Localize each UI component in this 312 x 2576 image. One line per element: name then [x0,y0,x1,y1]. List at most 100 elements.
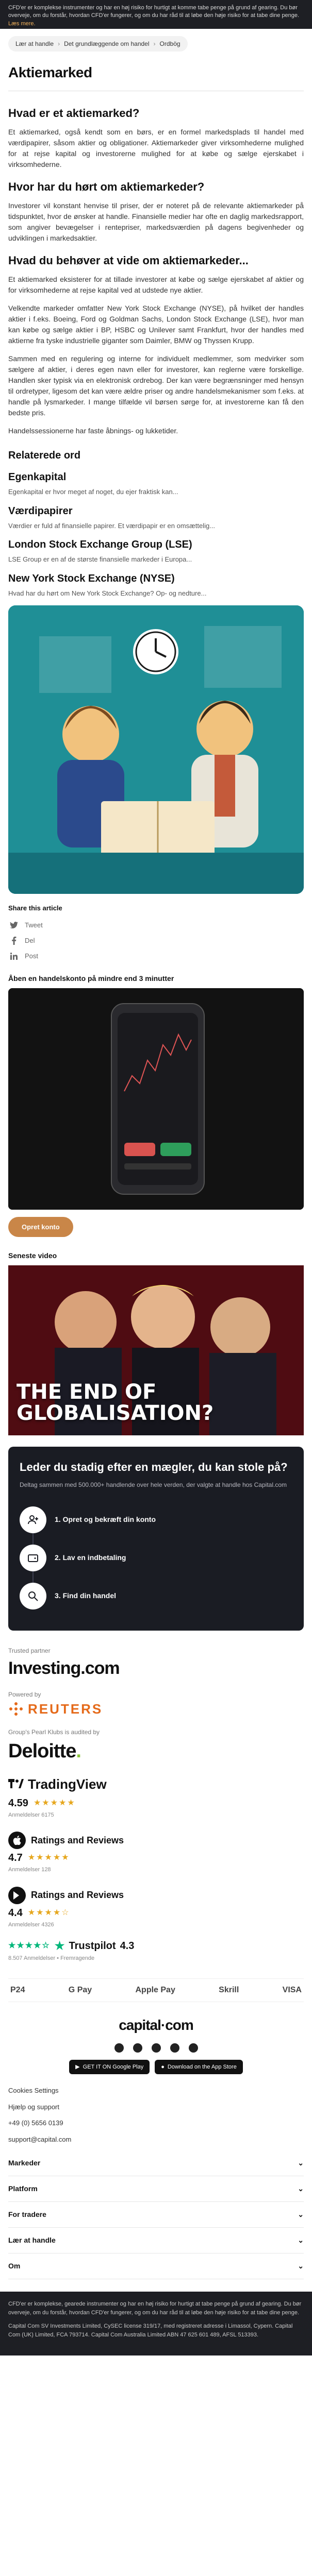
footer-logo[interactable]: capital·com [8,2014,304,2036]
trustpilot-stars-icon: ★★★★☆ [8,1941,51,1950]
page-title: Aktiemarked [8,64,92,80]
app-store-badges: ▶ GET IT ON Google Play ● Download on th… [8,2059,304,2075]
footer-nav-item[interactable]: Markeder ⌄ [8,2150,304,2177]
reuters-wordmark: REUTERS [28,1701,103,1717]
related-item[interactable]: Egenkapital Egenkapital er hvor meget af… [8,469,304,497]
footer-nav-item[interactable]: Platform ⌄ [8,2176,304,2202]
google-play-rating: 4.4 [8,1907,23,1919]
google-play-ratings: Ratings and Reviews [8,1886,304,1904]
footer-nav-label: Om [8,2262,21,2270]
app-store-badge-label: Download on the App Store [167,2063,237,2070]
regulatory-text: Capital Com SV Investments Limited, CySE… [8,2323,293,2338]
section-paragraph: Velkendte markeder omfatter New York Sto… [8,304,304,345]
step-item[interactable]: 1. Opret og bekræft din konto [20,1501,292,1539]
section-paragraph: Et aktiemarked eksisterer for at tillade… [8,275,304,294]
share-twitter-button[interactable]: Tweet [8,918,304,933]
chevron-right-icon: › [153,40,156,47]
chevron-down-icon: ⌄ [298,2262,304,2270]
step-label: 2. Lav en indbetaling [55,1553,126,1562]
chevron-down-icon: ⌄ [298,2210,304,2219]
tradingview-icon [8,1776,24,1793]
step-label: 3. Find din handel [55,1591,116,1600]
related-item-title: New York Stock Exchange (NYSE) [8,572,175,584]
share-linkedin-button[interactable]: Post [8,948,304,964]
p24-logo: P24 [10,1985,25,1994]
related-item-title: London Stock Exchange Group (LSE) [8,539,192,550]
powered-by-label: Powered by [8,1690,41,1698]
section-heading: Hvad du behøver at vide om aktiemarkeder… [8,254,249,267]
app-store-rating: 4.7 [8,1852,23,1864]
related-item[interactable]: Værdipapirer Værdier er fuld af finansie… [8,503,304,531]
reuters-dots-icon [9,1702,23,1716]
footer-nav-item[interactable]: Om ⌄ [8,2253,304,2280]
broker-cta-title: Leder du stadig efter en mægler, du kan … [20,1461,288,1473]
video-caption-line: THE END OF [17,1380,157,1404]
tradingview-rating: 4.59 [8,1797,28,1809]
linkedin-icon [8,951,20,962]
apple-icon [8,1832,26,1850]
share-linkedin-label: Post [25,952,39,960]
risk-warning-text: CFD'er er komplekse instrumenter og har … [8,5,300,19]
app-promo-image [8,988,304,1210]
open-account-button[interactable]: Opret konto [8,1216,73,1237]
footer-nav-item[interactable]: Lær at handle ⌄ [8,2228,304,2254]
app-store-reviews-count: Anmeldelser 128 [8,1867,51,1873]
google-pay-logo: G Pay [68,1985,92,1994]
related-item[interactable]: London Stock Exchange Group (LSE) LSE Gr… [8,537,304,565]
trustpilot-rating: 4.3 [120,1940,135,1952]
facebook-icon[interactable] [114,2043,124,2053]
latest-video-thumbnail[interactable]: THE END OF GLOBALISATION? [8,1265,304,1435]
cookie-settings-link[interactable]: Cookies Settings [8,2087,59,2094]
video-caption: THE END OF GLOBALISATION? [17,1382,214,1424]
ratings-title: Ratings and Reviews [31,1890,124,1901]
related-item-excerpt: Værdier er fuld af finansielle papirer. … [8,521,216,530]
article-illustration [8,605,304,894]
step-item[interactable]: 2. Lav en indbetaling [20,1538,292,1577]
article: Aktiemarked Hvad er et aktiemarked? Et a… [0,62,312,2280]
related-item-excerpt: LSE Group er en af de største finansiell… [8,555,192,563]
trustpilot-wordmark: Trustpilot [69,1940,116,1952]
breadcrumb-item-learn[interactable]: Lær at handle [15,39,54,48]
youtube-icon[interactable] [170,2043,179,2053]
skrill-logo: Skrill [219,1985,239,1994]
step-label: 1. Opret og bekræft din konto [55,1515,156,1524]
star-rating-icon: ★★★★☆ [27,1908,70,1917]
reuters-logo: REUTERS [8,1699,304,1719]
apple-icon: ● [161,2063,165,2070]
twitter-icon[interactable] [188,2043,198,2053]
phone-link[interactable]: +49 (0) 5656 0139 [8,2119,63,2127]
step-item[interactable]: 3. Find din handel [20,1577,292,1615]
star-rating-icon: ★★★★★ [33,1798,76,1807]
app-store-badge[interactable]: ● Download on the App Store [155,2059,243,2075]
footer-nav-label: Platform [8,2184,38,2193]
trustpilot-star-icon: ★ [54,1939,65,1953]
footer-nav-label: Lær at handle [8,2236,56,2245]
risk-disclaimer-text: CFD'er er komplekse, gearede instrumente… [8,2301,302,2316]
footer-contact: Cookies Settings Hjælp og support +49 (0… [8,2086,304,2144]
email-link[interactable]: support@capital.com [8,2136,71,2143]
section-heading: Hvor har du hørt om aktiemarkeder? [8,180,205,193]
footer-nav-item[interactable]: For tradere ⌄ [8,2202,304,2228]
footer-nav-label: Markeder [8,2159,41,2167]
section-paragraph: Handelssessionerne har faste åbnings- og… [8,427,178,435]
tradingview-wordmark: TradingView [28,1776,107,1792]
google-play-icon: ▶ [75,2063,80,2070]
app-store-ratings: Ratings and Reviews [8,1832,304,1850]
linkedin-icon[interactable] [151,2043,161,2053]
share-facebook-button[interactable]: Del [8,933,304,948]
section-paragraph: Sammen med en regulering og interne for … [8,354,304,417]
related-item[interactable]: New York Stock Exchange (NYSE) Hvad har … [8,571,304,599]
promo-title: Åben en handelskonto på mindre end 3 min… [8,974,174,982]
risk-read-more-link[interactable]: Læs mere. [8,21,36,27]
breadcrumb-item-basics[interactable]: Det grundlæggende om handel [64,39,149,48]
deloitte-wordmark: Deloitte [8,1740,76,1762]
trust-section: Trusted partner Investing.com Powered by… [8,1643,304,1968]
social-links [8,2043,304,2053]
instagram-icon[interactable] [133,2043,142,2053]
google-play-badge[interactable]: ▶ GET IT ON Google Play [69,2059,150,2075]
risk-disclaimer-footer: CFD'er er komplekse, gearede instrumente… [0,2292,312,2356]
chevron-right-icon: › [58,40,60,47]
tradingview-reviews-count: Anmeldelser 6175 [8,1811,54,1818]
broker-cta-card: Leder du stadig efter en mægler, du kan … [8,1447,304,1631]
breadcrumb-item-glossary[interactable]: Ordbög [160,39,180,48]
